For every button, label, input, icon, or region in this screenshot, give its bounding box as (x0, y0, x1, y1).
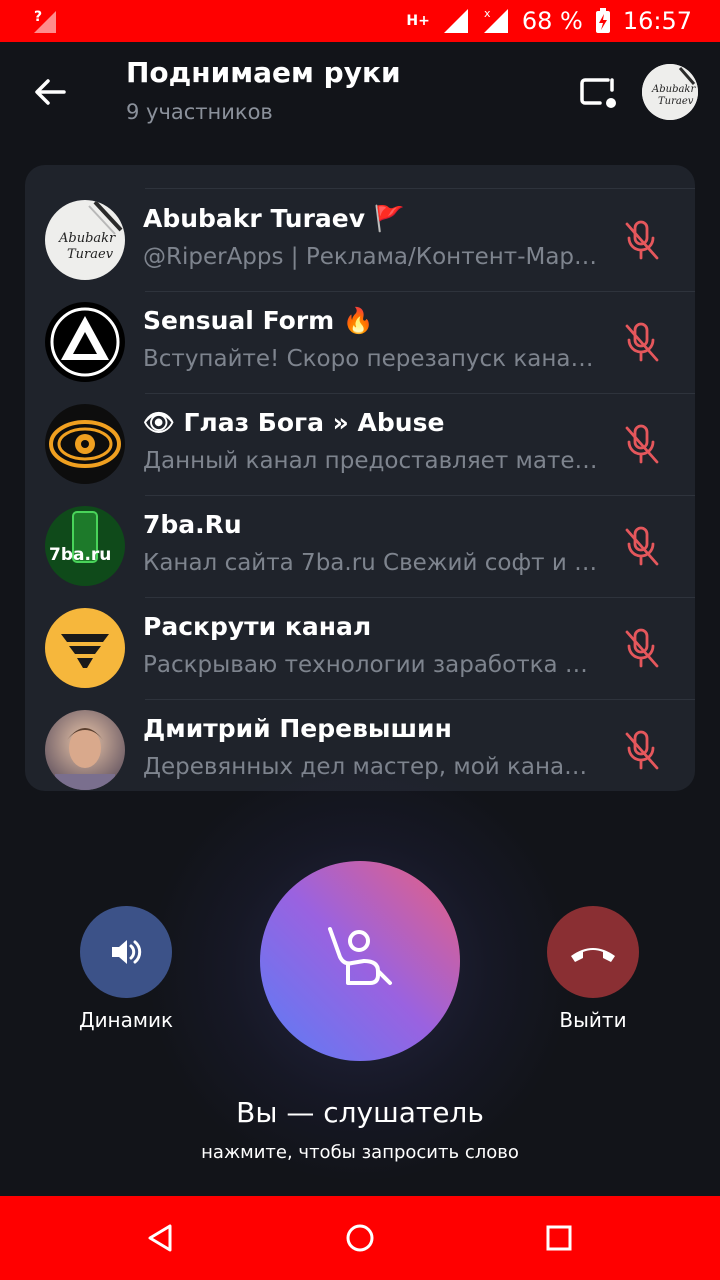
clock: 16:57 (622, 7, 692, 35)
participant-row[interactable]: Abubakr Turaev Abubakr Turaev 🚩 @RiperAp… (25, 190, 695, 292)
participant-name: Дмитрий Перевышин (143, 714, 452, 743)
mic-muted-icon[interactable] (622, 218, 662, 262)
participant-name: Sensual Form 🔥 (143, 306, 375, 335)
role-hint: нажмите, чтобы запросить слово (201, 1142, 519, 1163)
screen-share-icon[interactable] (578, 72, 618, 112)
7ba-logo-icon: 7ba.ru (45, 506, 125, 586)
battery-charging-icon (595, 8, 610, 33)
abubakr-logo-icon: Abubakr Turaev (45, 200, 125, 280)
svg-text:7ba.ru: 7ba.ru (49, 545, 111, 565)
avatar (45, 404, 125, 484)
participant-row[interactable]: 👁 Глаз Бога » Abuse Данный канал предост… (25, 394, 695, 496)
participant-name: 7ba.Ru (143, 510, 242, 539)
tornado-logo-icon (45, 608, 125, 688)
role-title: Вы — слушатель (236, 1096, 484, 1129)
person-photo-icon (45, 710, 125, 790)
participant-name: Abubakr Turaev 🚩 (143, 204, 405, 233)
no-sim-icon: ? (34, 9, 56, 33)
participant-description: Вступайте! Скоро перезапуск канала (143, 346, 598, 372)
participants-list: Abubakr Turaev Abubakr Turaev 🚩 @RiperAp… (25, 165, 695, 791)
speaker-label: Динамик (78, 1008, 174, 1032)
speaker-button[interactable] (80, 906, 172, 998)
svg-text:?: ? (34, 9, 42, 25)
participant-name: Раскрути канал (143, 612, 372, 641)
chat-avatar[interactable]: Abubakr Turaev (642, 64, 698, 120)
avatar: 7ba.ru (45, 506, 125, 586)
call-header: Поднимаем руки 9 участников Abubakr Tura… (0, 42, 720, 162)
eye-logo-icon (45, 404, 125, 484)
hang-up-icon (571, 948, 615, 962)
svg-text:Abubakr: Abubakr (651, 84, 696, 95)
home-circle-icon[interactable] (338, 1216, 382, 1260)
avatar: Abubakr Turaev (45, 200, 125, 280)
signal-icon: x (483, 7, 508, 33)
speaker-icon (112, 940, 142, 964)
mic-muted-icon[interactable] (622, 422, 662, 466)
participant-description: @RiperApps | Реклама/Контент-Маркетинг (143, 244, 598, 270)
mic-muted-icon[interactable] (622, 524, 662, 568)
network-type-label: H+ (406, 12, 430, 29)
battery-percent: 68 % (521, 7, 583, 35)
svg-text:Abubakr: Abubakr (58, 231, 116, 246)
arrow-left-icon[interactable] (30, 72, 70, 112)
raise-hand-button[interactable] (260, 861, 460, 1061)
page-title: Поднимаем руки (126, 56, 401, 89)
avatar (45, 302, 125, 382)
raise-hand-icon (328, 927, 392, 985)
participant-name: 👁 Глаз Бога » Abuse (143, 408, 445, 437)
divider (145, 188, 695, 189)
recents-square-icon[interactable] (537, 1216, 581, 1260)
avatar (45, 608, 125, 688)
participant-description: Канал сайта 7ba.ru Свежий софт и новости (143, 550, 598, 576)
participant-description: Раскрываю технологии заработка в Telegra… (143, 652, 598, 678)
participant-row[interactable]: 7ba.ru 7ba.Ru Канал сайта 7ba.ru Свежий … (25, 496, 695, 598)
abubakr-logo-icon: Abubakr Turaev (642, 64, 698, 120)
participant-row[interactable]: Раскрути канал Раскрываю технологии зара… (25, 598, 695, 700)
participants-count: 9 участников (126, 100, 273, 124)
triangle-logo-icon (45, 302, 125, 382)
leave-label: Выйти (559, 1008, 627, 1032)
mic-muted-icon[interactable] (622, 728, 662, 772)
svg-text:x: x (484, 7, 491, 20)
back-triangle-icon[interactable] (138, 1216, 182, 1260)
navigation-bar (0, 1196, 720, 1280)
svg-text:Turaev: Turaev (658, 96, 694, 107)
participant-description: Данный канал предоставляет материалы (143, 448, 598, 474)
signal-icon (443, 9, 468, 33)
svg-text:Turaev: Turaev (67, 247, 114, 262)
avatar (45, 710, 125, 790)
status-bar: ? H+ x 68 % 16:57 (0, 0, 720, 42)
participant-row[interactable]: Sensual Form 🔥 Вступайте! Скоро перезапу… (25, 292, 695, 394)
mic-muted-icon[interactable] (622, 320, 662, 364)
mic-muted-icon[interactable] (622, 626, 662, 670)
leave-button[interactable] (547, 906, 639, 998)
